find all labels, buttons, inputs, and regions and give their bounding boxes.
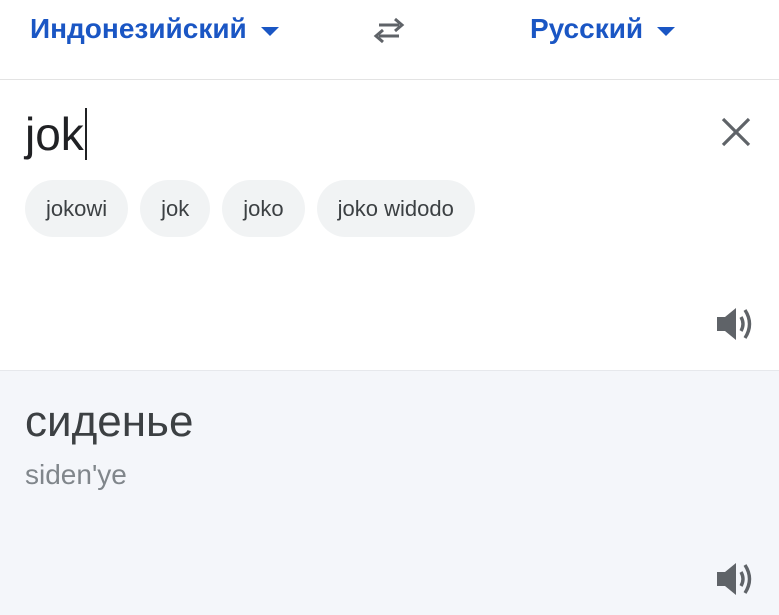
source-input-value: jok xyxy=(25,108,84,160)
suggestion-chips: jokowi jok joko joko widodo xyxy=(25,180,475,237)
translation-result: сиденье xyxy=(25,397,194,446)
source-input[interactable]: jok xyxy=(25,108,87,160)
swap-arrows-icon xyxy=(373,17,405,44)
caret-down-icon xyxy=(260,26,279,36)
suggestion-chip[interactable]: jok xyxy=(140,180,211,237)
speaker-icon xyxy=(717,308,752,340)
caret-down-icon xyxy=(657,26,676,36)
language-bar: Индонезийский Русский xyxy=(0,0,779,80)
clear-input-button[interactable] xyxy=(714,110,758,154)
close-icon xyxy=(721,117,751,147)
source-language-label: Индонезийский xyxy=(30,13,247,44)
suggestion-chip[interactable]: joko widodo xyxy=(316,180,475,237)
target-language-label: Русский xyxy=(530,13,644,44)
suggestion-chip[interactable]: joko xyxy=(222,180,305,237)
translate-app: Индонезийский Русский jok jokowi jok jok… xyxy=(0,0,779,615)
translation-panel: сиденье siden'ye xyxy=(0,370,779,615)
listen-translation-button[interactable] xyxy=(712,557,760,601)
source-language-selector[interactable]: Индонезийский xyxy=(30,0,279,58)
listen-source-button[interactable] xyxy=(712,302,760,346)
target-language-selector[interactable]: Русский xyxy=(530,0,676,58)
suggestion-chip[interactable]: jokowi xyxy=(25,180,129,237)
swap-languages-button[interactable] xyxy=(364,10,414,50)
speaker-icon xyxy=(717,563,752,595)
source-panel: jok jokowi jok joko joko widodo xyxy=(0,80,779,370)
transliteration: siden'ye xyxy=(25,459,127,490)
text-cursor xyxy=(84,108,87,160)
